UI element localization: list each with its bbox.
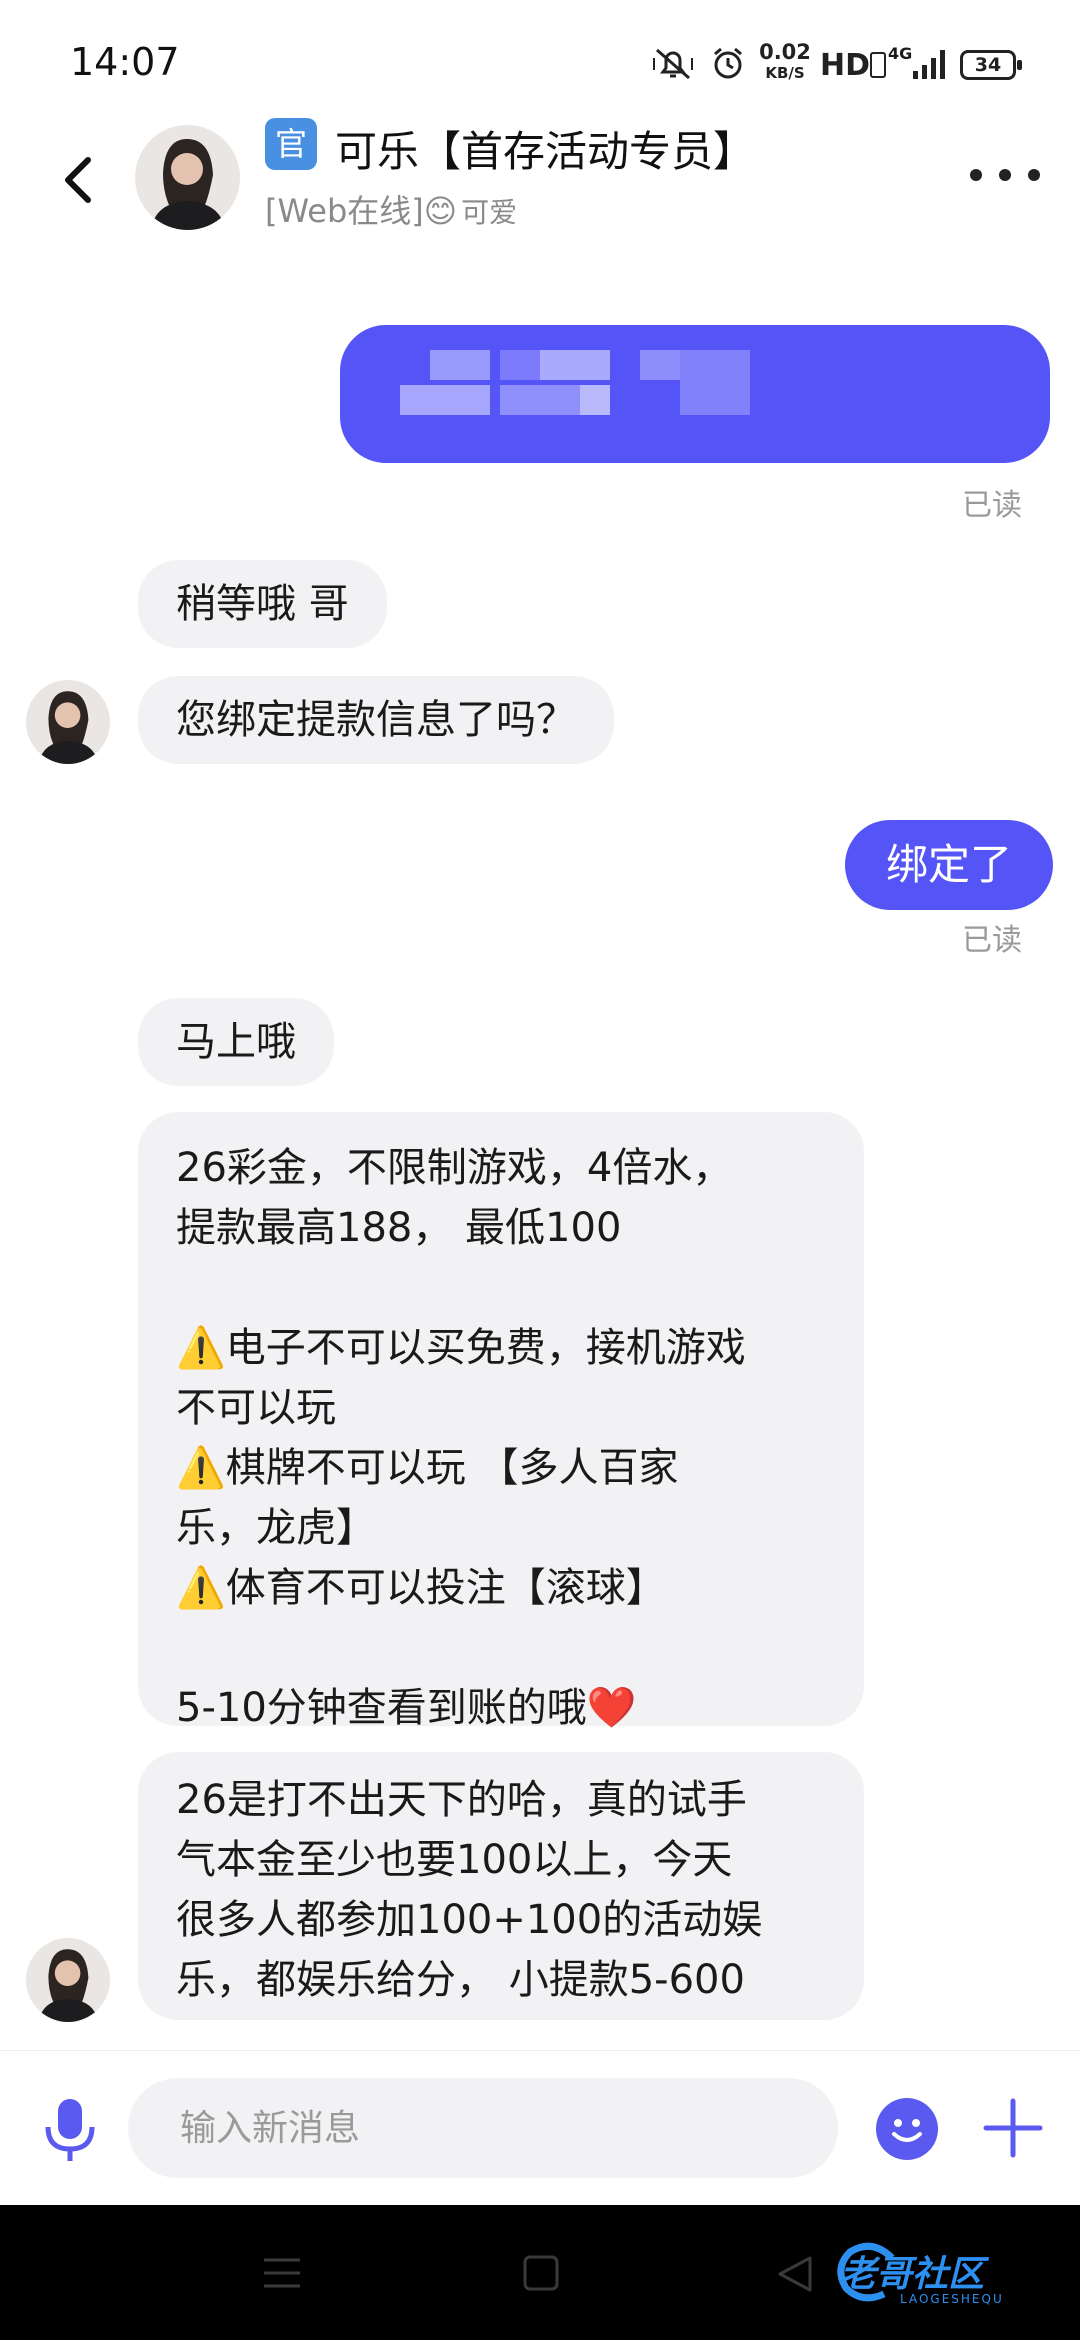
contact-avatar-small[interactable]: [26, 680, 110, 764]
message-input[interactable]: [128, 2078, 838, 2178]
microphone-icon: [45, 2099, 95, 2161]
back-button[interactable]: [50, 150, 110, 210]
message-bubble-outgoing-blurred[interactable]: [340, 325, 1050, 463]
blurred-block: [400, 385, 490, 415]
message-bubble-incoming[interactable]: 26是打不出天下的哈，真的试手 气本金至少也要100以上，今天 很多人都参加10…: [138, 1752, 864, 2020]
more-dot-icon: [999, 169, 1011, 181]
contact-avatar-small[interactable]: [26, 1938, 110, 2022]
triangle-back-icon: [778, 2256, 812, 2292]
mute-vibrate-icon: [650, 44, 696, 84]
read-receipt: 已读: [962, 923, 1022, 958]
blurred-block: [680, 350, 750, 415]
square-icon: [523, 2255, 559, 2291]
blurred-block: [500, 350, 540, 380]
more-dot-icon: [970, 169, 982, 181]
read-receipt: 已读: [962, 488, 1022, 523]
chevron-left-icon: [65, 157, 91, 203]
status-time: 14:07: [70, 40, 180, 84]
watermark-subtext: LAOGESHEQU: [900, 2292, 1004, 2306]
volte-icon: [870, 52, 886, 78]
smiley-icon: [892, 2119, 922, 2142]
signal-icon: [910, 44, 952, 84]
menu-nav-button[interactable]: [262, 2256, 302, 2294]
message-bubble-incoming[interactable]: 26彩金，不限制游戏，4倍水， 提款最高188， 最低100 ⚠️电子不可以买免…: [138, 1112, 864, 1731]
message-bubble-incoming[interactable]: 稍等哦 哥: [138, 560, 387, 648]
hd-indicator: HD: [820, 48, 871, 83]
message-bubble-incoming[interactable]: 您绑定提款信息了吗？: [138, 676, 614, 764]
emoji-button[interactable]: [876, 2098, 938, 2160]
message-bubble-outgoing[interactable]: 绑定了: [845, 820, 1053, 910]
online-status: [Web在线]😊: [265, 192, 458, 230]
attach-button[interactable]: [980, 2095, 1046, 2161]
more-options-button[interactable]: [970, 150, 1040, 200]
contact-avatar[interactable]: [135, 125, 240, 230]
official-badge: 官: [265, 118, 317, 170]
message-bubble-incoming[interactable]: 马上哦: [138, 998, 334, 1086]
voice-input-button[interactable]: [40, 2095, 100, 2165]
blurred-block: [430, 350, 490, 380]
blurred-block: [500, 385, 580, 415]
menu-icon: [264, 2258, 300, 2288]
network-speed: 0.02 KB/S: [759, 40, 811, 83]
network-type: 4G: [888, 44, 913, 63]
more-dot-icon: [1028, 169, 1040, 181]
contact-name: 可乐【首存活动专员】: [335, 127, 756, 176]
battery-indicator: 34: [960, 50, 1022, 80]
back-nav-button[interactable]: [776, 2254, 814, 2298]
alarm-icon: [708, 44, 748, 84]
plus-icon: [983, 2098, 1043, 2158]
watermark-text: 老哥社区: [840, 2254, 985, 2295]
blurred-block: [580, 385, 610, 415]
status-tag: 可爱: [461, 196, 518, 229]
home-nav-button[interactable]: [522, 2254, 560, 2296]
blurred-block: [540, 350, 610, 380]
contact-status: [Web在线]😊 可爱: [265, 186, 517, 232]
